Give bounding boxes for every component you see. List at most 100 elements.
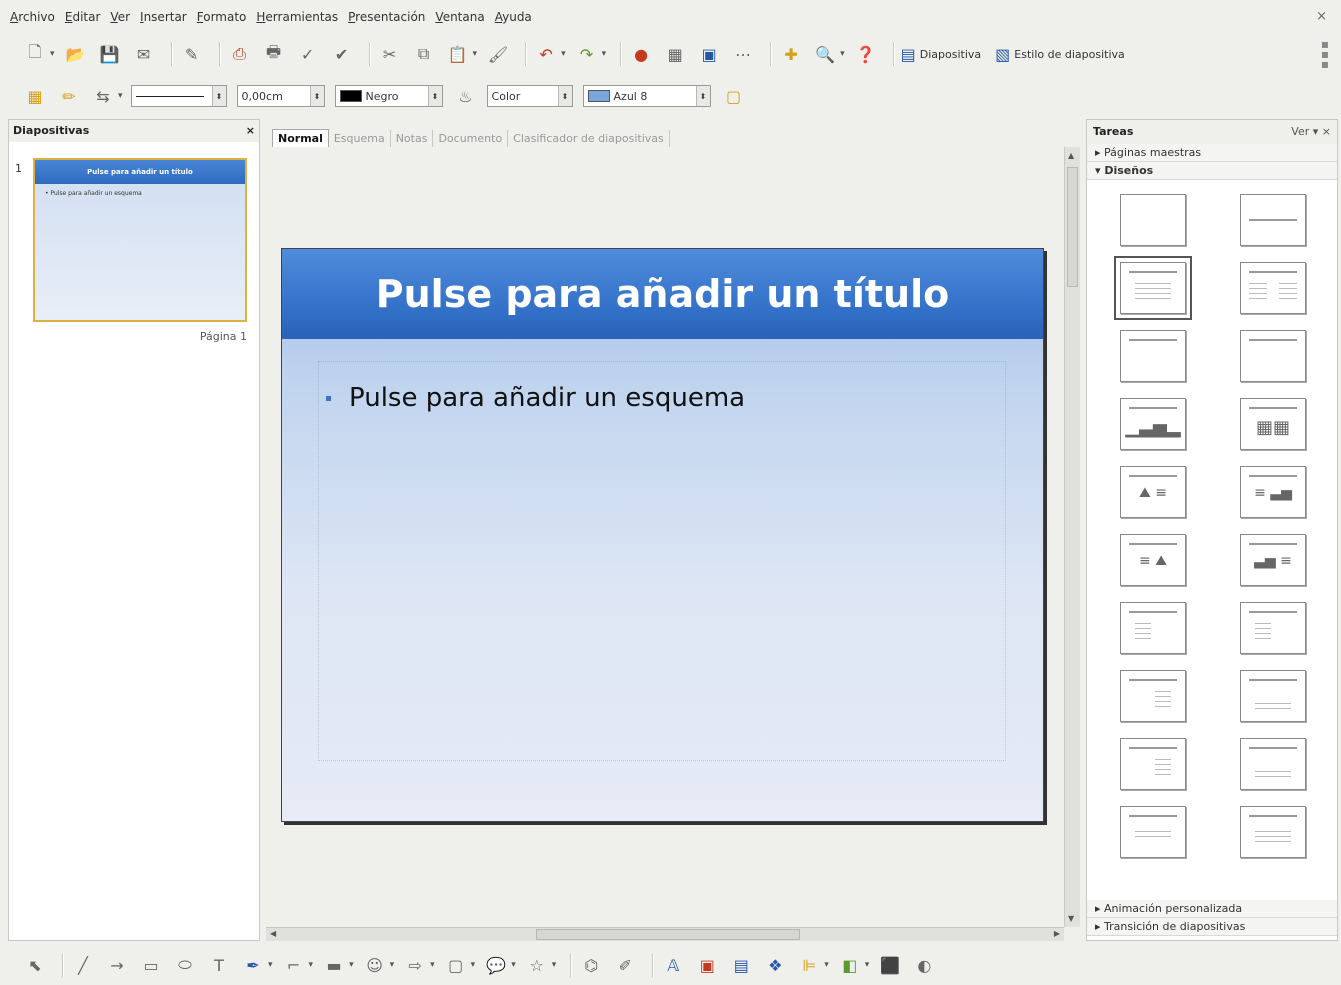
layout-four-objects[interactable] xyxy=(1120,738,1186,790)
curve-tool-icon[interactable]: ✒ xyxy=(240,952,266,978)
arrow-tool-icon[interactable]: → xyxy=(104,952,130,978)
chevron-down-icon[interactable]: ▾ xyxy=(552,960,557,970)
zoom-icon[interactable]: 🔍 xyxy=(812,41,838,67)
layout-chart-text[interactable]: ▃▅ ≡ xyxy=(1240,534,1306,586)
chevron-down-icon[interactable]: ▾ xyxy=(349,960,354,970)
chevron-down-icon[interactable]: ▾ xyxy=(824,960,829,970)
bullet-item[interactable]: Pulse para añadir un esquema xyxy=(326,383,745,413)
section-master-pages[interactable]: ▸ Páginas maestras xyxy=(1087,144,1337,162)
layout-centered-text[interactable] xyxy=(1240,330,1306,382)
menu-herramientas[interactable]: Herramientas xyxy=(256,10,338,24)
spin-icon[interactable]: ⬍ xyxy=(557,86,572,106)
chevron-down-icon[interactable]: ▾ xyxy=(268,960,273,970)
spin-icon[interactable]: ⬍ xyxy=(309,86,324,106)
line-width-field[interactable]: 0,00cm ⬍ xyxy=(236,85,325,107)
table-icon[interactable]: ▦ xyxy=(662,41,688,67)
menu-ayuda[interactable]: Ayuda xyxy=(495,10,532,24)
chevron-down-icon[interactable]: ▾ xyxy=(473,49,478,59)
scroll-thumb[interactable] xyxy=(1067,167,1078,287)
line-color-select[interactable]: Negro ⬍ xyxy=(334,85,443,107)
menu-ver[interactable]: Ver xyxy=(110,10,130,24)
chevron-down-icon[interactable]: ▾ xyxy=(471,960,476,970)
slide-style-button[interactable]: ▧ Estilo de diapositiva xyxy=(995,45,1125,64)
toolbar-grip-icon[interactable]: ▪ ▪ ▪ xyxy=(1321,38,1329,70)
grid-icon[interactable]: ⋯ xyxy=(730,41,756,67)
slide-button[interactable]: ▤ Diapositiva xyxy=(901,45,982,64)
stars-icon[interactable]: ☆ xyxy=(524,952,550,978)
fontwork-icon[interactable]: 𝔸 xyxy=(660,952,686,978)
layout-title-bottom[interactable] xyxy=(1240,670,1306,722)
slide-thumbnail[interactable]: Pulse para añadir un título • Pulse para… xyxy=(33,158,247,322)
layout-title-content[interactable] xyxy=(1114,256,1192,320)
from-file-icon[interactable]: ▣ xyxy=(694,952,720,978)
close-icon[interactable]: × xyxy=(246,124,255,138)
email-icon[interactable]: ✉ xyxy=(131,41,157,67)
text-tool-icon[interactable]: T xyxy=(206,952,232,978)
new-document-icon[interactable]: 🗋 xyxy=(22,41,48,67)
layout-title-2-content[interactable] xyxy=(1240,262,1306,314)
arrange-icon[interactable]: ◧ xyxy=(837,952,863,978)
edit-file-icon[interactable]: ✎ xyxy=(179,41,205,67)
cut-icon[interactable]: ✂ xyxy=(377,41,403,67)
save-icon[interactable]: 💾 xyxy=(97,41,123,67)
glue-points-icon[interactable]: ✐ xyxy=(612,952,638,978)
shadow-icon[interactable]: ▢ xyxy=(721,83,747,109)
layout-text-image[interactable]: ≡ ⛰ xyxy=(1120,534,1186,586)
layout-object-text[interactable] xyxy=(1240,602,1306,654)
scroll-right-icon[interactable]: ▶ xyxy=(1054,929,1060,938)
title-placeholder[interactable]: Pulse para añadir un título xyxy=(282,249,1043,339)
toggle-extrusion-icon[interactable]: ◐ xyxy=(911,952,937,978)
line-tool-icon[interactable]: ╱ xyxy=(70,952,96,978)
chevron-down-icon[interactable]: ▾ xyxy=(561,49,566,59)
connector-tool-icon[interactable]: ⌐ xyxy=(281,952,307,978)
callouts-icon[interactable]: 💬 xyxy=(483,952,509,978)
menu-presentacion[interactable]: Presentación xyxy=(348,10,425,24)
effects-icon[interactable]: ❖ xyxy=(762,952,788,978)
menu-archivo[interactable]: Archivo xyxy=(10,10,55,24)
points-icon[interactable]: ⌬ xyxy=(578,952,604,978)
area-color-select[interactable]: Azul 8 ⬍ xyxy=(582,85,711,107)
area-style-select[interactable]: Color ⬍ xyxy=(486,85,573,107)
open-folder-icon[interactable]: 📂 xyxy=(63,41,89,67)
chevron-down-icon[interactable]: ▾ xyxy=(309,960,314,970)
vertical-scrollbar[interactable]: ▲ ▼ xyxy=(1064,147,1080,927)
menu-insertar[interactable]: Insertar xyxy=(140,10,187,24)
menu-editar[interactable]: Editar xyxy=(65,10,101,24)
undo-icon[interactable]: ↶ xyxy=(533,41,559,67)
layout-title-chart[interactable]: ▁▃▅▂ xyxy=(1120,398,1186,450)
area-fill-icon[interactable]: ♨ xyxy=(453,83,479,109)
layout-title-only[interactable] xyxy=(1240,194,1306,246)
basic-shapes-icon[interactable]: ▬ xyxy=(321,952,347,978)
layout-title-text[interactable] xyxy=(1120,330,1186,382)
arrow-style-icon[interactable]: ⇆ xyxy=(90,83,116,109)
align-icon[interactable]: ⊫ xyxy=(796,952,822,978)
close-document-icon[interactable]: × xyxy=(1316,9,1327,24)
layout-blank[interactable] xyxy=(1120,194,1186,246)
symbol-shapes-icon[interactable]: ☺ xyxy=(362,952,388,978)
extrusion-icon[interactable]: ⬛ xyxy=(877,952,903,978)
chevron-down-icon[interactable]: ▾ xyxy=(865,960,870,970)
layout-text-over-object[interactable] xyxy=(1240,738,1306,790)
block-arrows-icon[interactable]: ⇨ xyxy=(402,952,428,978)
spin-icon[interactable]: ⬍ xyxy=(427,86,442,106)
menu-ventana[interactable]: Ventana xyxy=(435,10,484,24)
section-slide-transition[interactable]: ▸ Transición de diapositivas xyxy=(1087,918,1337,936)
section-layouts[interactable]: ▾ Diseños xyxy=(1087,162,1337,180)
print-icon[interactable]: 🖶 xyxy=(261,41,287,67)
chevron-down-icon[interactable]: ▾ xyxy=(511,960,516,970)
layout-text-chart[interactable]: ≡ ▃▅ xyxy=(1240,466,1306,518)
line-style-select[interactable]: ⬍ xyxy=(130,85,227,107)
redo-icon[interactable]: ↷ xyxy=(574,41,600,67)
chevron-down-icon[interactable]: ▾ xyxy=(602,49,607,59)
help-icon[interactable]: ❓ xyxy=(853,41,879,67)
clone-format-icon[interactable]: 🖌 xyxy=(485,41,511,67)
ellipse-tool-icon[interactable]: ⬭ xyxy=(172,952,198,978)
tab-notas[interactable]: Notas xyxy=(391,130,434,147)
scroll-thumb[interactable] xyxy=(536,929,800,940)
spin-icon[interactable]: ⬍ xyxy=(695,86,710,106)
rectangle-tool-icon[interactable]: ▭ xyxy=(138,952,164,978)
chevron-down-icon[interactable]: ▾ xyxy=(1313,125,1322,138)
horizontal-scrollbar[interactable]: ◀ ▶ xyxy=(266,927,1064,941)
section-custom-animation[interactable]: ▸ Animación personalizada xyxy=(1087,900,1337,918)
autospellcheck-icon[interactable]: ✔ xyxy=(329,41,355,67)
